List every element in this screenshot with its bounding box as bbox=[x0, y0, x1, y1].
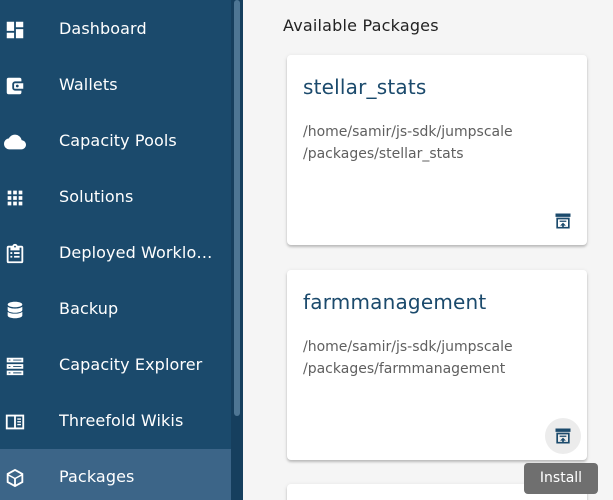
sidebar-item-dashboard[interactable]: Dashboard bbox=[0, 1, 231, 57]
sidebar-item-label: Deployed Worklo… bbox=[59, 243, 213, 262]
sidebar-item-packages[interactable]: Packages bbox=[0, 449, 231, 500]
install-button[interactable] bbox=[545, 203, 581, 239]
database-icon bbox=[3, 298, 27, 322]
install-tooltip: Install bbox=[524, 463, 598, 494]
sidebar-item-capacity-pools[interactable]: Capacity Pools bbox=[0, 113, 231, 169]
sidebar-item-label: Capacity Explorer bbox=[59, 355, 203, 374]
sidebar-scrollbar-thumb[interactable] bbox=[234, 0, 240, 416]
sidebar-item-label: Dashboard bbox=[59, 19, 147, 38]
sidebar-item-label: Backup bbox=[59, 299, 119, 318]
archive-install-icon bbox=[553, 211, 573, 231]
package-path-line: /packages/stellar_stats bbox=[303, 146, 464, 162]
package-card-stellar-stats: stellar_stats /home/samir/js-sdk/jumpsca… bbox=[287, 55, 587, 245]
sidebar-item-label: Wallets bbox=[59, 75, 118, 94]
main-content: Available Packages stellar_stats /home/s… bbox=[243, 0, 613, 500]
package-icon bbox=[3, 466, 27, 490]
package-path: /home/samir/js-sdk/jumpscale /packages/s… bbox=[303, 121, 573, 165]
sidebar-item-label: Packages bbox=[59, 467, 135, 486]
sidebar: Dashboard Wallets Capacity Pools Solutio… bbox=[0, 0, 243, 500]
package-path: /home/samir/js-sdk/jumpscale /packages/f… bbox=[303, 336, 573, 380]
sidebar-item-wallets[interactable]: Wallets bbox=[0, 57, 231, 113]
sidebar-list: Dashboard Wallets Capacity Pools Solutio… bbox=[0, 1, 231, 500]
package-path-line: /packages/farmmanagement bbox=[303, 361, 506, 377]
package-path-line: /home/samir/js-sdk/jumpscale bbox=[303, 124, 513, 140]
install-button[interactable] bbox=[545, 418, 581, 454]
sidebar-item-label: Capacity Pools bbox=[59, 131, 177, 150]
dashboard-icon bbox=[3, 18, 27, 42]
wallet-icon bbox=[3, 74, 27, 98]
package-title: farmmanagement bbox=[303, 290, 487, 314]
sidebar-item-label: Threefold Wikis bbox=[59, 411, 184, 430]
book-icon bbox=[3, 410, 27, 434]
package-title: stellar_stats bbox=[303, 75, 427, 99]
clipboard-list-icon bbox=[3, 242, 27, 266]
sidebar-scrollbar[interactable] bbox=[231, 0, 243, 500]
archive-install-icon bbox=[553, 426, 573, 446]
sidebar-item-label: Solutions bbox=[59, 187, 134, 206]
sidebar-item-backup[interactable]: Backup bbox=[0, 281, 231, 337]
apps-grid-icon bbox=[3, 186, 27, 210]
sidebar-item-threefold-wikis[interactable]: Threefold Wikis bbox=[0, 393, 231, 449]
package-card-farmmanagement: farmmanagement /home/samir/js-sdk/jumpsc… bbox=[287, 270, 587, 460]
sidebar-item-deployed-workloads[interactable]: Deployed Worklo… bbox=[0, 225, 231, 281]
page-title: Available Packages bbox=[283, 16, 439, 35]
sidebar-item-capacity-explorer[interactable]: Capacity Explorer bbox=[0, 337, 231, 393]
package-path-line: /home/samir/js-sdk/jumpscale bbox=[303, 339, 513, 355]
app-root: Dashboard Wallets Capacity Pools Solutio… bbox=[0, 0, 613, 500]
cloud-icon bbox=[3, 130, 27, 154]
server-icon bbox=[3, 354, 27, 378]
sidebar-item-solutions[interactable]: Solutions bbox=[0, 169, 231, 225]
